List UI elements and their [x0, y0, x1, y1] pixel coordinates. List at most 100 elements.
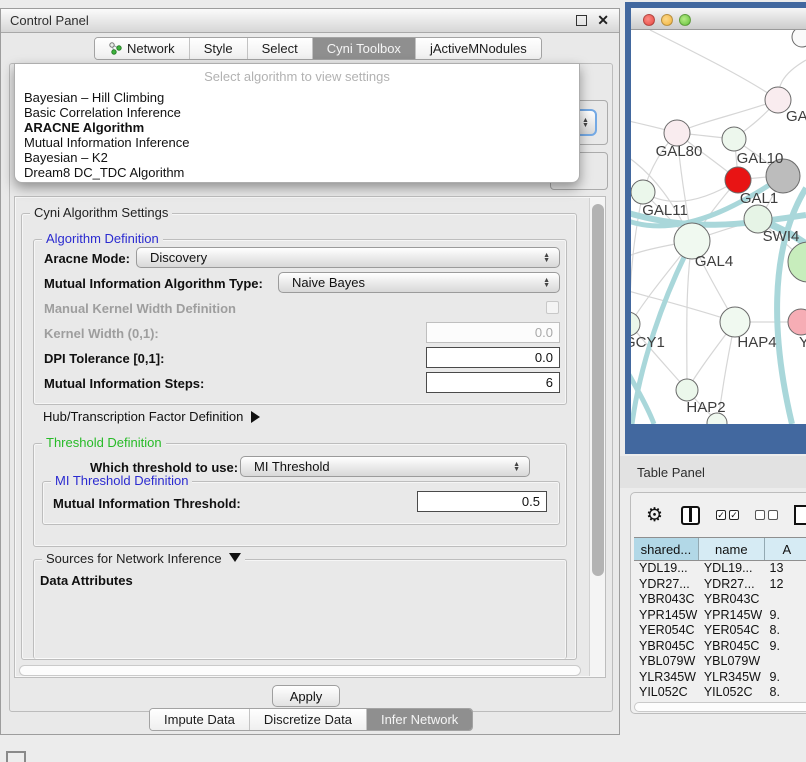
network-node-label: HAP2: [686, 399, 725, 416]
control-panel-window: Control Panel ✕ Network Style Select Cyni T…: [0, 8, 620, 735]
network-edge[interactable]: [677, 100, 778, 133]
sources-group: Sources for Network Inference Data Attri…: [33, 559, 567, 659]
table-row[interactable]: YBL079WYBL079W: [634, 654, 806, 670]
dpi-tolerance-field[interactable]: [426, 347, 560, 368]
apply-button[interactable]: Apply: [272, 685, 340, 707]
kernel-width-field[interactable]: [426, 322, 560, 343]
network-edge[interactable]: [687, 241, 692, 390]
bottom-tab-impute-data[interactable]: Impute Data: [150, 709, 250, 730]
algorithm-option[interactable]: Mutual Information Inference: [15, 135, 579, 150]
mi-threshold-field[interactable]: [417, 491, 547, 512]
table-horizontal-scrollbar[interactable]: [634, 702, 806, 712]
bottom-tab-label: Infer Network: [381, 712, 458, 727]
deselect-all-icon[interactable]: [755, 510, 778, 520]
table-row[interactable]: YPR145WYPR145W9.: [634, 608, 806, 624]
sources-title-toggle[interactable]: Sources for Network Inference: [42, 551, 245, 566]
expand-right-icon: [251, 411, 260, 423]
spinner-arrows-icon: ▲▼: [582, 118, 589, 128]
mi-steps-field[interactable]: [426, 372, 560, 393]
select-all-icon[interactable]: ✓ ✓: [716, 510, 739, 520]
bottom-tab-infer-network[interactable]: Infer Network: [367, 709, 472, 730]
tab-select[interactable]: Select: [248, 38, 313, 59]
table-row[interactable]: YLR345WYLR345W9.: [634, 670, 806, 686]
manual-kernel-width-checkbox[interactable]: [546, 301, 559, 314]
table-cell: YLR345W: [634, 670, 699, 686]
network-node-label: HAP4: [737, 334, 776, 351]
algorithm-option[interactable]: Bayesian – K2: [15, 150, 579, 165]
tab-style[interactable]: Style: [190, 38, 248, 59]
table-cell: YLR345W: [699, 670, 765, 686]
control-panel-titlebar: Control Panel ✕: [1, 9, 619, 33]
network-edge[interactable]: [777, 188, 806, 424]
tab-label: Style: [204, 41, 233, 56]
column-header-3[interactable]: A: [765, 538, 806, 560]
checked-box-icon: ✓: [729, 510, 739, 520]
table-cell: YDR27...: [699, 577, 765, 593]
network-node-gal11[interactable]: [631, 180, 655, 204]
table-cell: YDL19...: [699, 561, 765, 577]
export-table-icon[interactable]: [794, 505, 806, 525]
column-header-2[interactable]: name: [699, 538, 765, 560]
table-row[interactable]: YIL052CYIL052C8.: [634, 685, 806, 701]
tab-label: Cyni Toolbox: [327, 41, 401, 56]
table-cell: YIL052C: [634, 685, 699, 701]
table-toolbar: ⚙ ✓ ✓: [631, 493, 806, 537]
algorithm-option[interactable]: ARACNE Algorithm: [15, 120, 579, 135]
network-node-gcy1[interactable]: [631, 312, 640, 336]
which-threshold-combobox[interactable]: MI Threshold ▲▼: [240, 456, 530, 477]
aracne-mode-combobox[interactable]: Discovery ▲▼: [136, 247, 560, 268]
close-traffic-light[interactable]: [643, 14, 655, 26]
table-header-row: shared...nameA: [634, 537, 806, 561]
tab-jactivemnodules[interactable]: jActiveMNodules: [416, 38, 541, 59]
hub-tf-definition-toggle[interactable]: Hub/Transcription Factor Definition: [43, 409, 260, 424]
tab-cyni-toolbox[interactable]: Cyni Toolbox: [313, 38, 416, 59]
network-node[interactable]: [792, 30, 806, 47]
mi-algorithm-type-combobox[interactable]: Naive Bayes ▲▼: [278, 272, 560, 293]
algorithm-dropdown-popup: Select algorithm to view settings Bayesi…: [14, 63, 580, 183]
table-cell: 8.: [765, 623, 806, 639]
settings-vertical-scrollbar[interactable]: [589, 198, 605, 676]
table-row[interactable]: YBR043CYBR043C: [634, 592, 806, 608]
gear-icon[interactable]: ⚙: [646, 506, 663, 525]
data-attributes-label: Data Attributes: [40, 573, 133, 588]
settings-horizontal-scrollbar[interactable]: [19, 665, 581, 676]
table-row[interactable]: YER054CYER054C8.: [634, 623, 806, 639]
network-node-y[interactable]: [788, 309, 806, 335]
show-columns-icon[interactable]: [681, 506, 700, 525]
minimize-traffic-light[interactable]: [661, 14, 673, 26]
network-node-gal10[interactable]: [722, 127, 746, 151]
algorithm-option[interactable]: Dream8 DC_TDC Algorithm: [15, 165, 579, 180]
table-row[interactable]: YDR27...YDR27...12: [634, 577, 806, 593]
algorithm-option[interactable]: Basic Correlation Inference: [15, 105, 579, 120]
network-canvas[interactable]: GALGAL80GAL10GAL1GAL11SWI4GAL4GCY1HAP4YH…: [631, 30, 806, 424]
bottom-tab-discretize-data[interactable]: Discretize Data: [250, 709, 367, 730]
table-cell: YER054C: [699, 623, 765, 639]
control-panel-tabbar: Network Style Select Cyni Toolbox jActiveMNo…: [94, 37, 542, 60]
close-icon[interactable]: ✕: [597, 12, 609, 29]
float-panel-icon[interactable]: [576, 15, 587, 26]
table-row[interactable]: YDL19...YDL19...13: [634, 561, 806, 577]
network-node-label: GAL: [786, 108, 806, 125]
table-cell: 8.: [765, 685, 806, 701]
settings-scrollbar-thumb[interactable]: [592, 204, 604, 576]
combo-arrows-icon: ▲▼: [543, 278, 550, 288]
network-node-hap4[interactable]: [720, 307, 750, 337]
screen: Control Panel ✕ Network Style Select Cyni T…: [0, 0, 806, 762]
which-threshold-value: MI Threshold: [241, 459, 513, 474]
network-node-hap2[interactable]: [676, 379, 698, 401]
column-header-1[interactable]: shared...: [634, 538, 699, 560]
zoom-traffic-light[interactable]: [679, 14, 691, 26]
docked-panel-icon[interactable]: [6, 751, 26, 762]
manual-kernel-width-label: Manual Kernel Width Definition: [44, 301, 236, 316]
algorithm-option[interactable]: Bayesian – Hill Climbing: [15, 90, 579, 105]
table-row[interactable]: YBR045CYBR045C9.: [634, 639, 806, 655]
network-edge[interactable]: [643, 180, 738, 201]
network-edge[interactable]: [650, 30, 778, 100]
checked-box-icon: ✓: [716, 510, 726, 520]
algorithm-definition-title: Algorithm Definition: [42, 231, 163, 246]
table-cell: YBR043C: [699, 592, 765, 608]
mi-threshold-label: Mutual Information Threshold:: [53, 496, 241, 511]
table-cell: YBL079W: [634, 654, 699, 670]
tab-network[interactable]: Network: [95, 38, 190, 59]
tab-label: Network: [127, 41, 175, 56]
